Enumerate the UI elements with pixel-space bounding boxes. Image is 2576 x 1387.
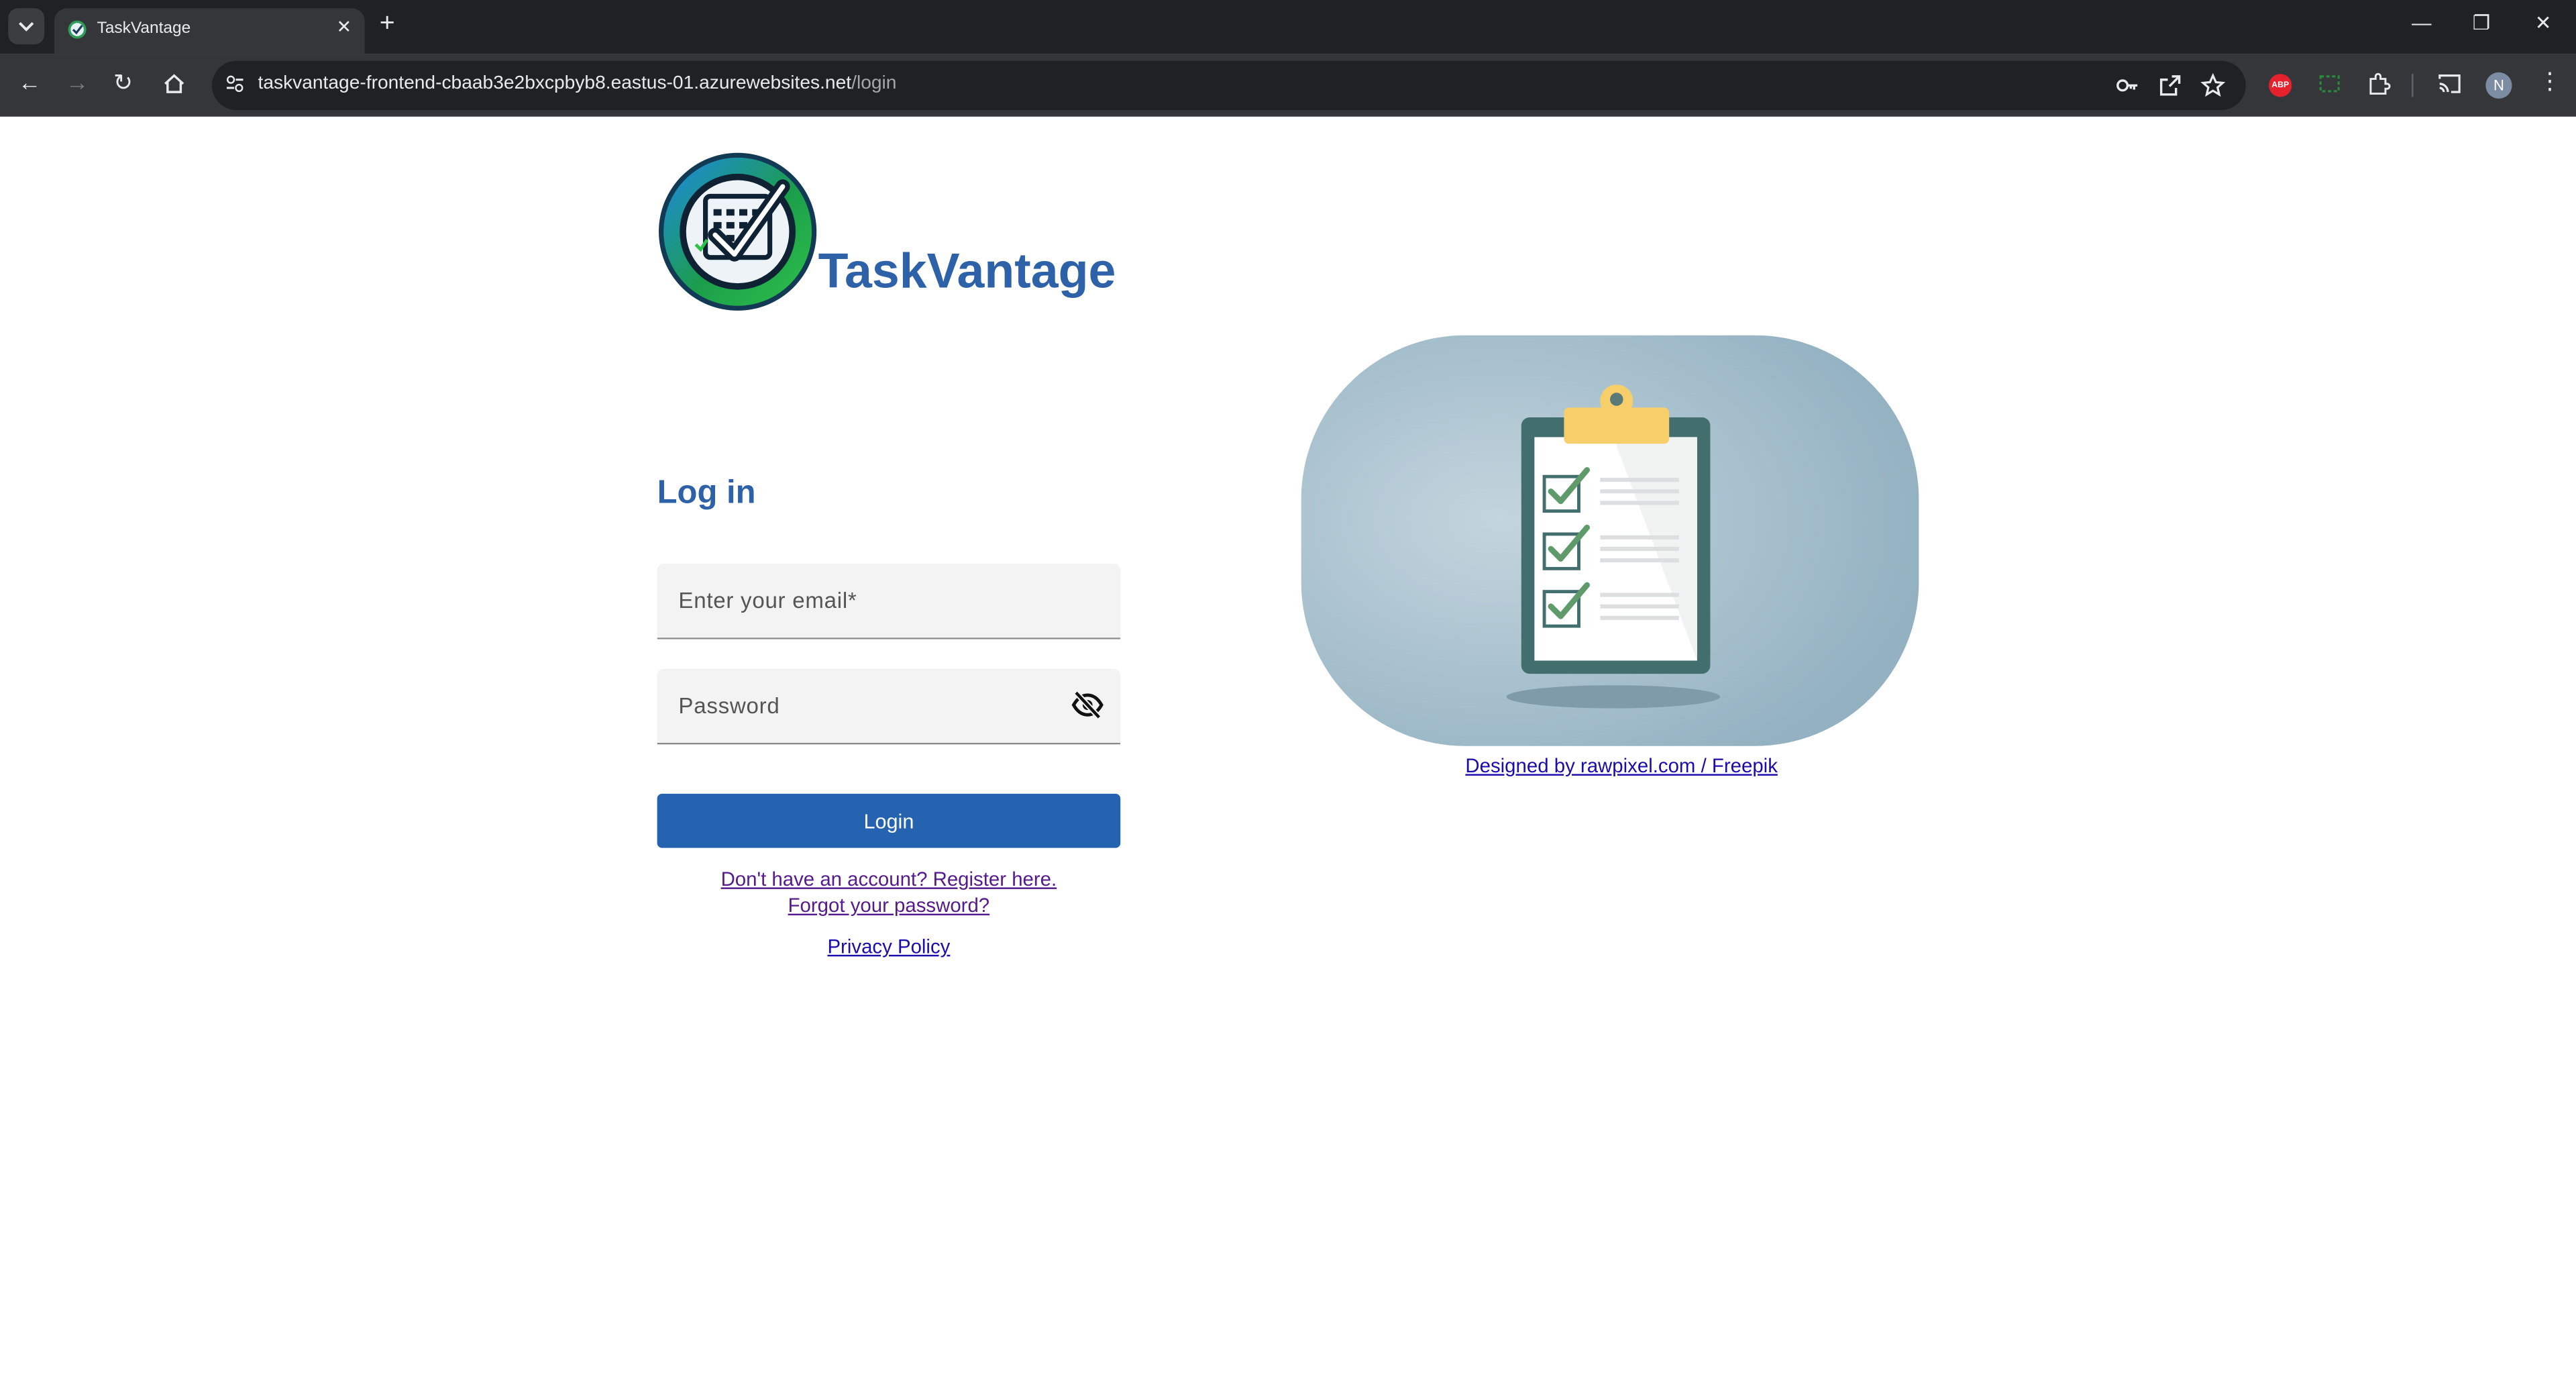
home-icon[interactable] — [161, 70, 187, 97]
url-text: taskvantage-frontend-cbaab3e2bxcpbyb8.ea… — [258, 74, 897, 94]
clipboard-illustration — [1301, 335, 1919, 746]
new-tab-icon[interactable]: + — [380, 10, 395, 40]
forward-icon[interactable]: → — [66, 69, 89, 95]
toolbar-divider — [2412, 74, 2414, 97]
email-field — [657, 564, 1121, 639]
taskvantage-logo-icon — [659, 152, 817, 311]
register-link[interactable]: Don't have an account? Register here. — [721, 868, 1057, 890]
browser-menu-icon[interactable]: ⋮ — [2538, 67, 2561, 95]
extensions-puzzle-icon[interactable] — [2366, 70, 2392, 97]
screenshot-extension-icon[interactable] — [2316, 70, 2343, 97]
brand-name: TaskVantage — [818, 244, 1116, 299]
back-icon[interactable]: ← — [18, 69, 41, 95]
browser-tab[interactable]: TaskVantage ✕ — [54, 8, 365, 54]
privacy-policy-link[interactable]: Privacy Policy — [827, 935, 950, 958]
login-button[interactable]: Login — [657, 793, 1121, 848]
close-window-icon[interactable]: ✕ — [2535, 11, 2552, 34]
illustration-credit-link[interactable]: Designed by rawpixel.com / Freepik — [1465, 754, 1778, 777]
address-bar[interactable]: taskvantage-frontend-cbaab3e2bxcpbyb8.ea… — [211, 60, 2246, 111]
restore-icon[interactable]: ❐ — [2473, 11, 2490, 34]
reload-icon[interactable]: ↻ — [113, 69, 133, 97]
password-field — [657, 668, 1121, 745]
profile-avatar[interactable]: N — [2485, 72, 2512, 99]
key-icon[interactable] — [2114, 72, 2141, 99]
tab-strip: TaskVantage ✕ + — ❐ ✕ — [0, 0, 2576, 54]
forgot-password-link[interactable]: Forgot your password? — [788, 894, 990, 917]
tab-search-button[interactable] — [8, 8, 45, 45]
close-tab-icon[interactable]: ✕ — [337, 16, 352, 38]
bookmark-star-icon[interactable] — [2200, 72, 2226, 99]
email-input[interactable] — [678, 564, 1057, 638]
tab-title: TaskVantage — [97, 19, 191, 38]
privacy-link-row: Privacy Policy — [657, 935, 1121, 958]
toggle-password-visibility-icon[interactable] — [1071, 690, 1104, 720]
login-page: TaskVantage Log in Login Don't have an a… — [0, 116, 2576, 1387]
chevron-down-icon — [19, 21, 34, 32]
site-info-icon[interactable] — [225, 74, 245, 93]
illustration-credit: Designed by rawpixel.com / Freepik — [1301, 754, 1942, 777]
cast-icon[interactable] — [2436, 70, 2463, 97]
login-heading: Log in — [657, 474, 756, 511]
forgot-link-row: Forgot your password? — [657, 894, 1121, 917]
minimize-icon[interactable]: — — [2412, 11, 2431, 34]
password-input[interactable] — [678, 668, 1057, 743]
register-link-row: Don't have an account? Register here. — [657, 868, 1121, 890]
open-in-app-icon[interactable] — [2157, 72, 2184, 99]
taskvantage-favicon-icon — [68, 20, 87, 39]
adblock-extension-icon[interactable]: ABP — [2269, 74, 2292, 97]
browser-toolbar: ← → ↻ taskvantage-frontend-cbaab3e2bxcpb… — [0, 54, 2576, 117]
